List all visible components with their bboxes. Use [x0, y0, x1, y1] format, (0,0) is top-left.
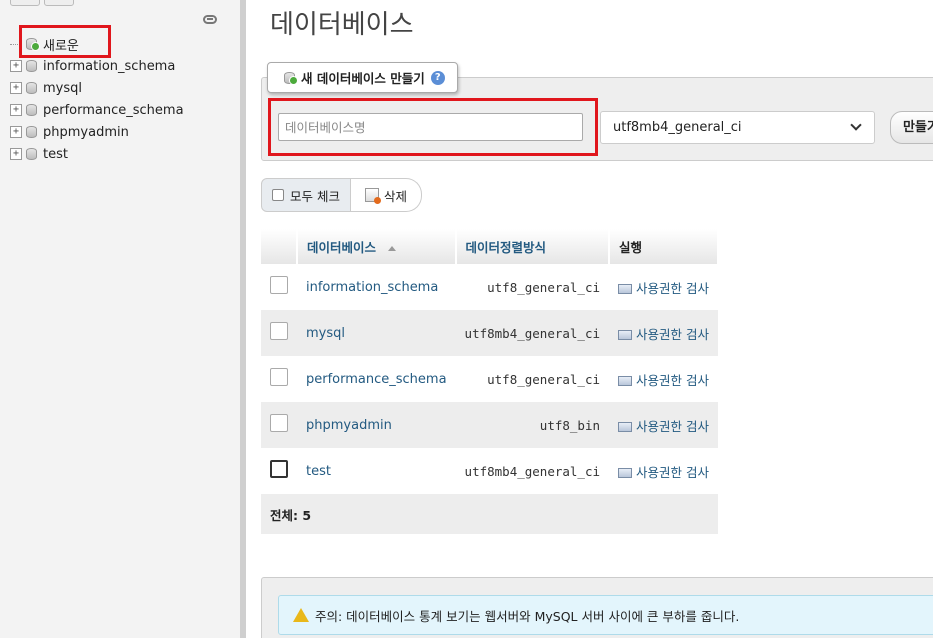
link-icon[interactable] — [203, 15, 217, 24]
tree-item-mysql[interactable]: + mysql — [10, 77, 230, 99]
notice-message: 주의: 데이터베이스 통계 보기는 웹서버와 MySQL 서버 사이에 큰 부하… — [278, 595, 933, 635]
highlight-box-input — [268, 98, 598, 156]
header-collation[interactable]: 데이터정렬방식 — [455, 229, 611, 264]
check-all-checkbox[interactable] — [272, 189, 284, 201]
row-checkbox-cell — [261, 264, 297, 310]
database-icon — [26, 60, 37, 72]
bulk-actions: 모두 체크 삭제 — [261, 178, 422, 212]
row-database-name[interactable]: mysql — [297, 310, 456, 356]
row-database-name[interactable]: test — [297, 448, 456, 494]
database-icon — [26, 148, 37, 160]
row-check-privileges[interactable]: 사용권한 검사 — [609, 448, 718, 494]
create-database-legend: 새 데이터베이스 만들기 ? — [267, 62, 458, 93]
highlight-box-new — [19, 25, 111, 58]
row-collation: utf8_general_ci — [455, 264, 610, 310]
row-action-label[interactable]: 사용권한 검사 — [636, 465, 709, 480]
nav-top-buttons — [10, 0, 74, 6]
expand-icon[interactable]: + — [10, 82, 22, 94]
row-check-privileges[interactable]: 사용권한 검사 — [609, 402, 718, 448]
row-checkbox-cell — [261, 448, 297, 494]
row-checkbox[interactable] — [270, 276, 288, 294]
nav-button-2[interactable] — [44, 0, 74, 6]
table-row: information_schema utf8_general_ci 사용권한 … — [261, 264, 718, 310]
new-database-icon — [284, 71, 298, 85]
row-check-privileges[interactable]: 사용권한 검사 — [609, 356, 718, 402]
privileges-icon — [618, 284, 633, 294]
row-checkbox[interactable] — [270, 414, 288, 432]
row-database-name[interactable]: phpmyadmin — [297, 402, 456, 448]
delete-icon — [364, 188, 381, 204]
collation-select-value: utf8mb4_general_ci — [613, 120, 742, 135]
navigation-panel: 새로운 + information_schema + mysql + perfo… — [0, 0, 246, 638]
tree-item-label[interactable]: mysql — [43, 81, 82, 96]
privileges-icon — [618, 330, 633, 340]
row-collation: utf8mb4_general_ci — [455, 310, 610, 356]
table-row: mysql utf8mb4_general_ci 사용권한 검사 — [261, 310, 718, 356]
check-all-label: 모두 체크 — [290, 188, 340, 204]
row-database-name[interactable]: information_schema — [297, 264, 456, 310]
tree-item-test[interactable]: + test — [10, 143, 230, 165]
warning-icon — [293, 608, 309, 622]
row-check-privileges[interactable]: 사용권한 검사 — [609, 264, 718, 310]
delete-button[interactable]: 삭제 — [350, 178, 422, 212]
databases-table: 데이터베이스 데이터정렬방식 실행 information_schema utf… — [261, 229, 719, 534]
row-checkbox-cell — [261, 310, 297, 356]
tree-item-label[interactable]: information_schema — [43, 59, 175, 74]
create-button[interactable]: 만들기 — [890, 111, 933, 144]
collation-select[interactable]: utf8mb4_general_ci — [600, 111, 875, 144]
row-checkbox[interactable] — [270, 368, 288, 386]
notice-text: 주의: 데이터베이스 통계 보기는 웹서버와 MySQL 서버 사이에 큰 부하… — [315, 608, 740, 624]
tree-item-label[interactable]: test — [43, 147, 68, 162]
nav-button-1[interactable] — [10, 0, 40, 6]
row-action-label[interactable]: 사용권한 검사 — [636, 373, 709, 388]
privileges-icon — [618, 468, 633, 478]
row-collation: utf8_general_ci — [455, 356, 610, 402]
expand-icon[interactable]: + — [10, 60, 22, 72]
row-action-label[interactable]: 사용권한 검사 — [636, 419, 709, 434]
tree-item-label[interactable]: phpmyadmin — [43, 125, 129, 140]
header-database-label[interactable]: 데이터베이스 — [307, 240, 376, 255]
table-row: phpmyadmin utf8_bin 사용권한 검사 — [261, 402, 718, 448]
row-action-label[interactable]: 사용권한 검사 — [636, 281, 709, 296]
row-checkbox-cell — [261, 356, 297, 402]
row-checkbox-cell — [261, 402, 297, 448]
create-database-title: 새 데이터베이스 만들기 — [301, 71, 425, 86]
sort-ascending-icon — [388, 246, 397, 251]
total-count: 전체: 5 — [261, 494, 718, 534]
row-collation: utf8mb4_general_ci — [455, 448, 610, 494]
privileges-icon — [618, 376, 633, 386]
chevron-down-icon — [850, 119, 862, 131]
row-checkbox[interactable] — [270, 460, 288, 478]
row-checkbox[interactable] — [270, 322, 288, 340]
row-check-privileges[interactable]: 사용권한 검사 — [609, 310, 718, 356]
header-checkbox-column — [261, 229, 298, 264]
delete-label: 삭제 — [383, 188, 407, 204]
table-row: performance_schema utf8_general_ci 사용권한 … — [261, 356, 718, 402]
main-content: 데이터베이스 새 데이터베이스 만들기 ? utf8mb4_general_ci… — [246, 0, 933, 638]
expand-icon[interactable]: + — [10, 104, 22, 116]
row-database-name[interactable]: performance_schema — [297, 356, 456, 402]
table-header-row: 데이터베이스 데이터정렬방식 실행 — [261, 229, 719, 264]
database-icon — [26, 126, 37, 138]
tree-item-performance-schema[interactable]: + performance_schema — [10, 99, 230, 121]
expand-icon[interactable]: + — [10, 148, 22, 160]
tree-item-label[interactable]: performance_schema — [43, 103, 184, 118]
tree-item-phpmyadmin[interactable]: + phpmyadmin — [10, 121, 230, 143]
table-total-row: 전체: 5 — [261, 494, 718, 534]
header-action: 실행 — [609, 229, 719, 264]
database-icon — [26, 82, 37, 94]
row-collation: utf8_bin — [455, 402, 610, 448]
expand-icon[interactable]: + — [10, 126, 22, 138]
page-title: 데이터베이스 — [270, 10, 414, 40]
privileges-icon — [618, 422, 633, 432]
help-icon[interactable]: ? — [430, 70, 445, 85]
table-row: test utf8mb4_general_ci 사용권한 검사 — [261, 448, 718, 494]
database-icon — [26, 104, 37, 116]
tree-item-information-schema[interactable]: + information_schema — [10, 55, 230, 77]
row-action-label[interactable]: 사용권한 검사 — [636, 327, 709, 342]
check-all-button[interactable]: 모두 체크 — [261, 178, 351, 212]
header-database[interactable]: 데이터베이스 — [297, 229, 457, 264]
